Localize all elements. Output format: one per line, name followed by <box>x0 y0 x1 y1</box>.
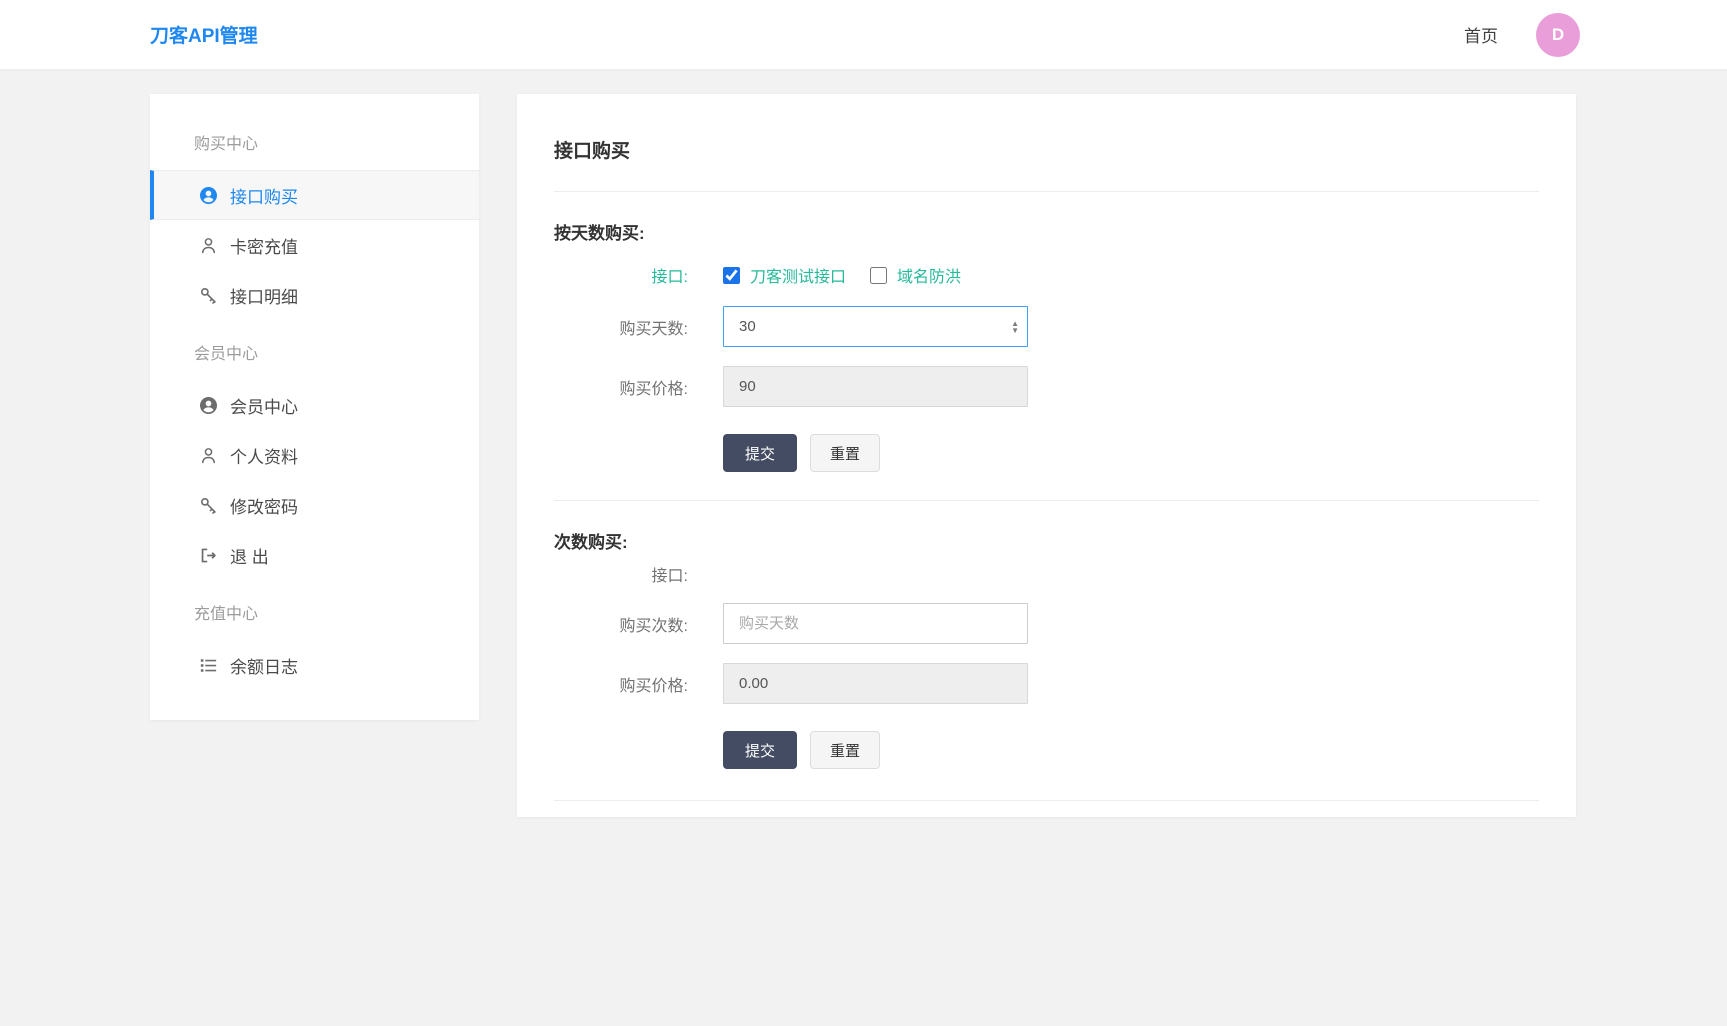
title-divider <box>554 191 1539 192</box>
main-panel: 接口购买 按天数购买: 接口: 刀客测试接口 域名防洪 购买天数: ▲▼ 购买价… <box>517 94 1576 817</box>
days-label: 购买天数: <box>619 320 688 338</box>
checkbox-label-domain-flood[interactable]: 域名防洪 <box>897 263 961 287</box>
sidebar-item-logout[interactable]: 退 出 <box>150 530 479 580</box>
sidebar-item-balance-log[interactable]: 余额日志 <box>150 640 479 690</box>
day-purchase-heading: 按天数购买: <box>554 224 645 243</box>
number-stepper[interactable]: ▲ ▼ <box>1011 319 1019 334</box>
page-title: 接口购买 <box>554 141 631 162</box>
user-outline-icon <box>200 237 217 254</box>
sidebar-item-api-details[interactable]: 接口明细 <box>150 270 479 320</box>
sidebar-item-label: 接口购买 <box>230 187 298 207</box>
page-body: 购买中心 接口购买 卡密充值 接口明细 会员中心 会员中心 个人资料 修改密码 … <box>0 70 1727 817</box>
count-submit-button[interactable]: 提交 <box>723 731 798 769</box>
sidebar-section-recharge-center: 充值中心 <box>194 606 259 623</box>
list-icon <box>200 657 217 674</box>
count-api-label: 接口: <box>651 567 688 585</box>
sidebar-item-profile[interactable]: 个人资料 <box>150 430 479 480</box>
count-buttons-row: 提交 重置 <box>723 731 1539 769</box>
sidebar-item-label: 退 出 <box>230 547 269 567</box>
sidebar-section-purchase-center: 购买中心 <box>194 136 259 153</box>
sidebar: 购买中心 接口购买 卡密充值 接口明细 会员中心 会员中心 个人资料 修改密码 … <box>150 94 479 720</box>
sidebar-item-label: 卡密充值 <box>230 237 298 257</box>
brand-title[interactable]: 刀客API管理 <box>150 21 258 48</box>
api-label: 接口: <box>651 269 688 286</box>
day-buttons-row: 提交 重置 <box>723 434 1539 472</box>
sidebar-section-member-center: 会员中心 <box>194 346 259 363</box>
section-divider <box>554 500 1539 501</box>
top-header: 刀客API管理 首页 D <box>0 0 1727 70</box>
bottom-divider <box>554 800 1539 801</box>
count-price-row: 购买价格: <box>554 663 1539 704</box>
header-right: 首页 D <box>1464 12 1580 57</box>
count-label: 购买次数: <box>619 617 688 635</box>
days-row: 购买天数: ▲▼ <box>554 306 1539 347</box>
sidebar-item-label: 修改密码 <box>230 497 298 517</box>
count-price-input <box>723 663 1028 704</box>
user-circle-icon <box>200 396 217 414</box>
checkbox-daoke-test-api[interactable] <box>723 266 740 284</box>
checkbox-label-daoke-test-api[interactable]: 刀客测试接口 <box>750 263 846 287</box>
sidebar-item-label: 个人资料 <box>230 447 298 467</box>
count-api-row: 接口: <box>554 563 1539 585</box>
checkbox-domain-flood[interactable] <box>870 266 888 284</box>
user-circle-icon <box>200 186 217 204</box>
sidebar-item-label: 余额日志 <box>230 657 298 677</box>
sidebar-item-card-recharge[interactable]: 卡密充值 <box>150 220 479 270</box>
day-price-label: 购买价格: <box>619 380 688 398</box>
sidebar-item-label: 会员中心 <box>230 397 298 417</box>
api-checkbox-group: 刀客测试接口 域名防洪 <box>723 263 985 287</box>
api-checkbox-row: 接口: 刀客测试接口 域名防洪 <box>554 263 1539 287</box>
user-outline-icon <box>200 447 217 464</box>
days-input-wrap: ▲▼ <box>723 306 1028 347</box>
user-avatar[interactable]: D <box>1536 12 1580 57</box>
sidebar-item-change-password[interactable]: 修改密码 <box>150 480 479 530</box>
count-reset-button[interactable]: 重置 <box>810 731 881 769</box>
nav-home-link[interactable]: 首页 <box>1464 22 1498 47</box>
count-input[interactable] <box>723 603 1028 644</box>
key-icon <box>200 497 217 514</box>
count-purchase-heading: 次数购买: <box>554 533 628 552</box>
day-price-input <box>723 366 1028 407</box>
sidebar-item-member-center[interactable]: 会员中心 <box>150 380 479 430</box>
day-reset-button[interactable]: 重置 <box>810 434 881 472</box>
key-icon <box>200 287 217 304</box>
days-input[interactable] <box>723 306 1028 347</box>
day-price-row: 购买价格: <box>554 366 1539 407</box>
day-submit-button[interactable]: 提交 <box>723 434 798 472</box>
sidebar-item-api-purchase[interactable]: 接口购买 <box>150 170 479 220</box>
sign-out-icon <box>200 547 217 564</box>
sidebar-item-label: 接口明细 <box>230 287 298 307</box>
count-price-label: 购买价格: <box>619 677 688 695</box>
count-row: 购买次数: <box>554 603 1539 644</box>
